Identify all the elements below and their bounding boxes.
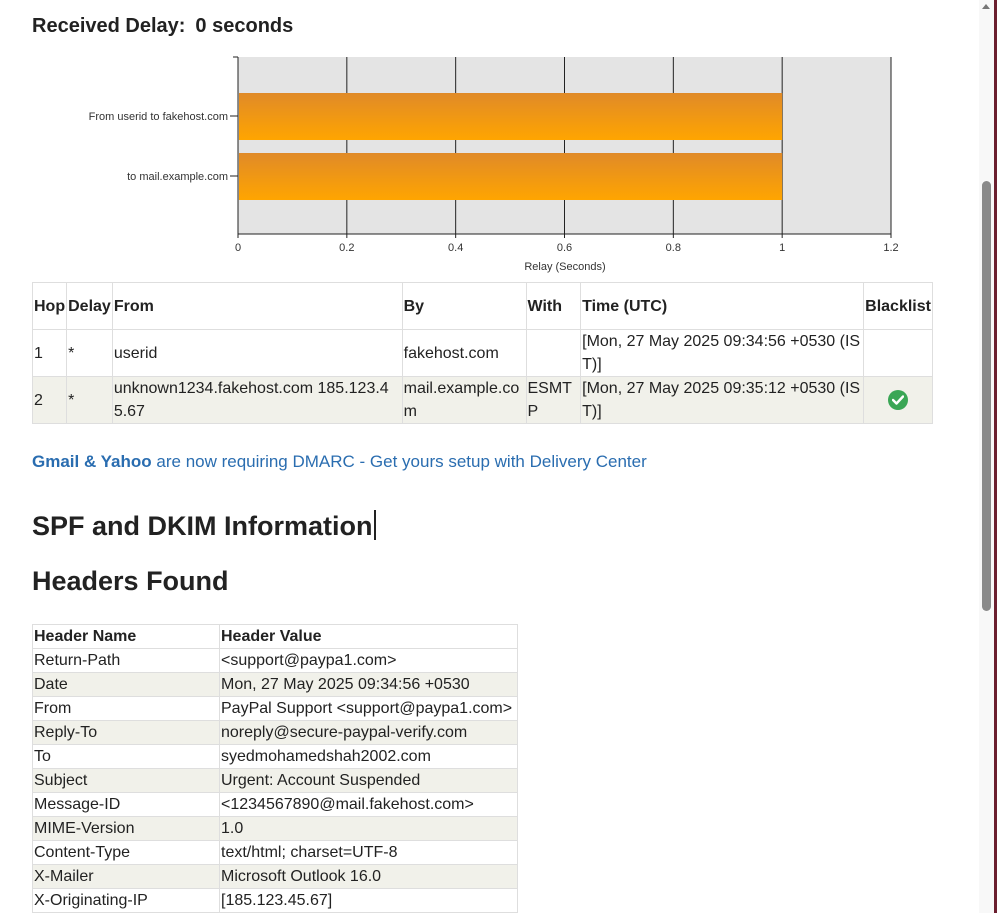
col-with-header: With: [525, 282, 582, 330]
header-name-cell: X-Originating-IP: [32, 888, 220, 913]
header-name-cell: To: [32, 744, 220, 769]
x-tick-label: 0.6: [557, 242, 572, 254]
header-name-cell: Subject: [32, 768, 220, 793]
header-row: To syedmohamedshah2002.com: [32, 744, 518, 769]
x-tick-label: 1.2: [883, 242, 898, 254]
header-row: Message-ID <1234567890@mail.fakehost.com>: [32, 792, 518, 817]
header-name-cell: MIME-Version: [32, 816, 220, 841]
header-name-cell: Return-Path: [32, 648, 220, 673]
received-delay: Received Delay: 0 seconds: [32, 15, 293, 38]
header-row: X-Mailer Microsoft Outlook 16.0: [32, 864, 518, 889]
x-tick-label: 0.8: [666, 242, 681, 254]
hop-by: fakehost.com: [401, 329, 527, 377]
category-label: From userid to fakehost.com: [89, 111, 228, 123]
hop-number: 1: [31, 329, 68, 377]
spf-dkim-heading: SPF and DKIM Information: [32, 510, 376, 542]
scroll-up-icon[interactable]: [982, 4, 990, 9]
check-circle-icon: [888, 389, 909, 410]
header-name-cell: Reply-To: [32, 720, 220, 745]
promo-text: are now requiring DMARC - Get yours setu…: [156, 452, 647, 471]
hop-blacklist: [863, 376, 933, 424]
header-name-cell: Date: [32, 672, 220, 697]
hop-with: [525, 329, 582, 377]
col-delay-header: Delay: [66, 282, 113, 330]
header-row: Return-Path <support@paypa1.com>: [32, 648, 518, 673]
x-tick-label: 0.2: [339, 242, 354, 254]
col-hop-header: Hop: [31, 282, 68, 330]
hops-header-row: Hop Delay From By With Time (UTC) Blackl…: [31, 282, 933, 330]
header-value-cell: 1.0: [219, 816, 518, 841]
received-delay-value: 0 seconds: [195, 15, 294, 37]
hop-number: 2: [31, 376, 68, 424]
hop-row: 2 * unknown1234.fakehost.com 185.123.45.…: [31, 376, 933, 424]
header-row: Date Mon, 27 May 2025 09:34:56 +0530: [32, 672, 518, 697]
hop-delay: *: [66, 376, 113, 424]
header-value-cell: <support@paypa1.com>: [219, 648, 518, 673]
promo-bold-text: Gmail & Yahoo: [32, 452, 152, 471]
col-time-header: Time (UTC): [580, 282, 865, 330]
header-value-cell: [185.123.45.67]: [219, 888, 518, 913]
text-cursor: [373, 510, 376, 540]
header-row: X-Originating-IP [185.123.45.67]: [32, 888, 518, 913]
hop-with: ESMTP: [525, 376, 582, 424]
received-delay-label: Received Delay:: [32, 15, 186, 37]
header-row: Reply-To noreply@secure-paypal-verify.com: [32, 720, 518, 745]
header-value-cell: Urgent: Account Suspended: [219, 768, 518, 793]
header-name-cell: X-Mailer: [32, 864, 220, 889]
header-name-cell: Message-ID: [32, 792, 220, 817]
header-value-cell: Microsoft Outlook 16.0: [219, 864, 518, 889]
header-value-cell: syedmohamedshah2002.com: [219, 744, 518, 769]
col-from-header: From: [111, 282, 403, 330]
vertical-scrollbar[interactable]: [979, 0, 994, 913]
hops-table: Hop Delay From By With Time (UTC) Blackl…: [31, 282, 933, 424]
category-label: to mail.example.com: [127, 171, 228, 183]
bar: [239, 93, 783, 140]
header-value-cell: Mon, 27 May 2025 09:34:56 +0530: [219, 672, 518, 697]
hop-time: [Mon, 27 May 2025 09:34:56 +0530 (IST)]: [580, 329, 865, 377]
hop-time: [Mon, 27 May 2025 09:35:12 +0530 (IST)]: [580, 376, 865, 424]
header-value-cell: noreply@secure-paypal-verify.com: [219, 720, 518, 745]
x-tick-label: 0: [235, 242, 241, 254]
header-row: MIME-Version 1.0: [32, 816, 518, 841]
headers-found-heading: Headers Found: [32, 566, 229, 596]
hop-from: unknown1234.fakehost.com 185.123.45.67: [111, 376, 403, 424]
col-by-header: By: [401, 282, 527, 330]
x-axis-label: Relay (Seconds): [524, 261, 605, 273]
dmarc-promo-link[interactable]: Gmail & Yahoo are now requiring DMARC - …: [32, 452, 647, 472]
x-tick-label: 0.4: [448, 242, 463, 254]
header-row: Content-Type text/html; charset=UTF-8: [32, 840, 518, 865]
x-tick-label: 1: [779, 242, 785, 254]
hop-by: mail.example.com: [401, 376, 527, 424]
bar: [239, 153, 783, 200]
page: Received Delay: 0 seconds 0 0.2 0.4 0.6 0.8 1 1…: [0, 0, 979, 913]
spf-dkim-heading-text: SPF and DKIM Information: [32, 511, 373, 541]
header-row: Subject Urgent: Account Suspended: [32, 768, 518, 793]
hop-from: userid: [111, 329, 403, 377]
header-row: From PayPal Support <support@paypa1.com>: [32, 696, 518, 721]
header-name-cell: From: [32, 696, 220, 721]
headers-table-body: Return-Path <support@paypa1.com> Date Mon, …: [32, 648, 518, 913]
hop-row: 1 * userid fakehost.com [Mon, 27 May 202…: [31, 329, 933, 377]
headers-header-row: Header Name Header Value: [32, 624, 518, 649]
relay-chart: 0 0.2 0.4 0.6 0.8 1 1.2 From userid to fakehost…: [89, 56, 899, 273]
header-name-col: Header Name: [32, 624, 220, 649]
hop-delay: *: [66, 329, 113, 377]
headers-table: Header Name Header Value Return-Path <sup…: [32, 624, 518, 913]
header-name-cell: Content-Type: [32, 840, 220, 865]
scrollbar-thumb[interactable]: [982, 181, 991, 611]
header-value-cell: PayPal Support <support@paypa1.com>: [219, 696, 518, 721]
header-value-cell: text/html; charset=UTF-8: [219, 840, 518, 865]
col-blacklist-header: Blacklist: [863, 282, 933, 330]
hop-blacklist: [863, 329, 933, 377]
header-value-cell: <1234567890@mail.fakehost.com>: [219, 792, 518, 817]
header-value-col: Header Value: [219, 624, 518, 649]
